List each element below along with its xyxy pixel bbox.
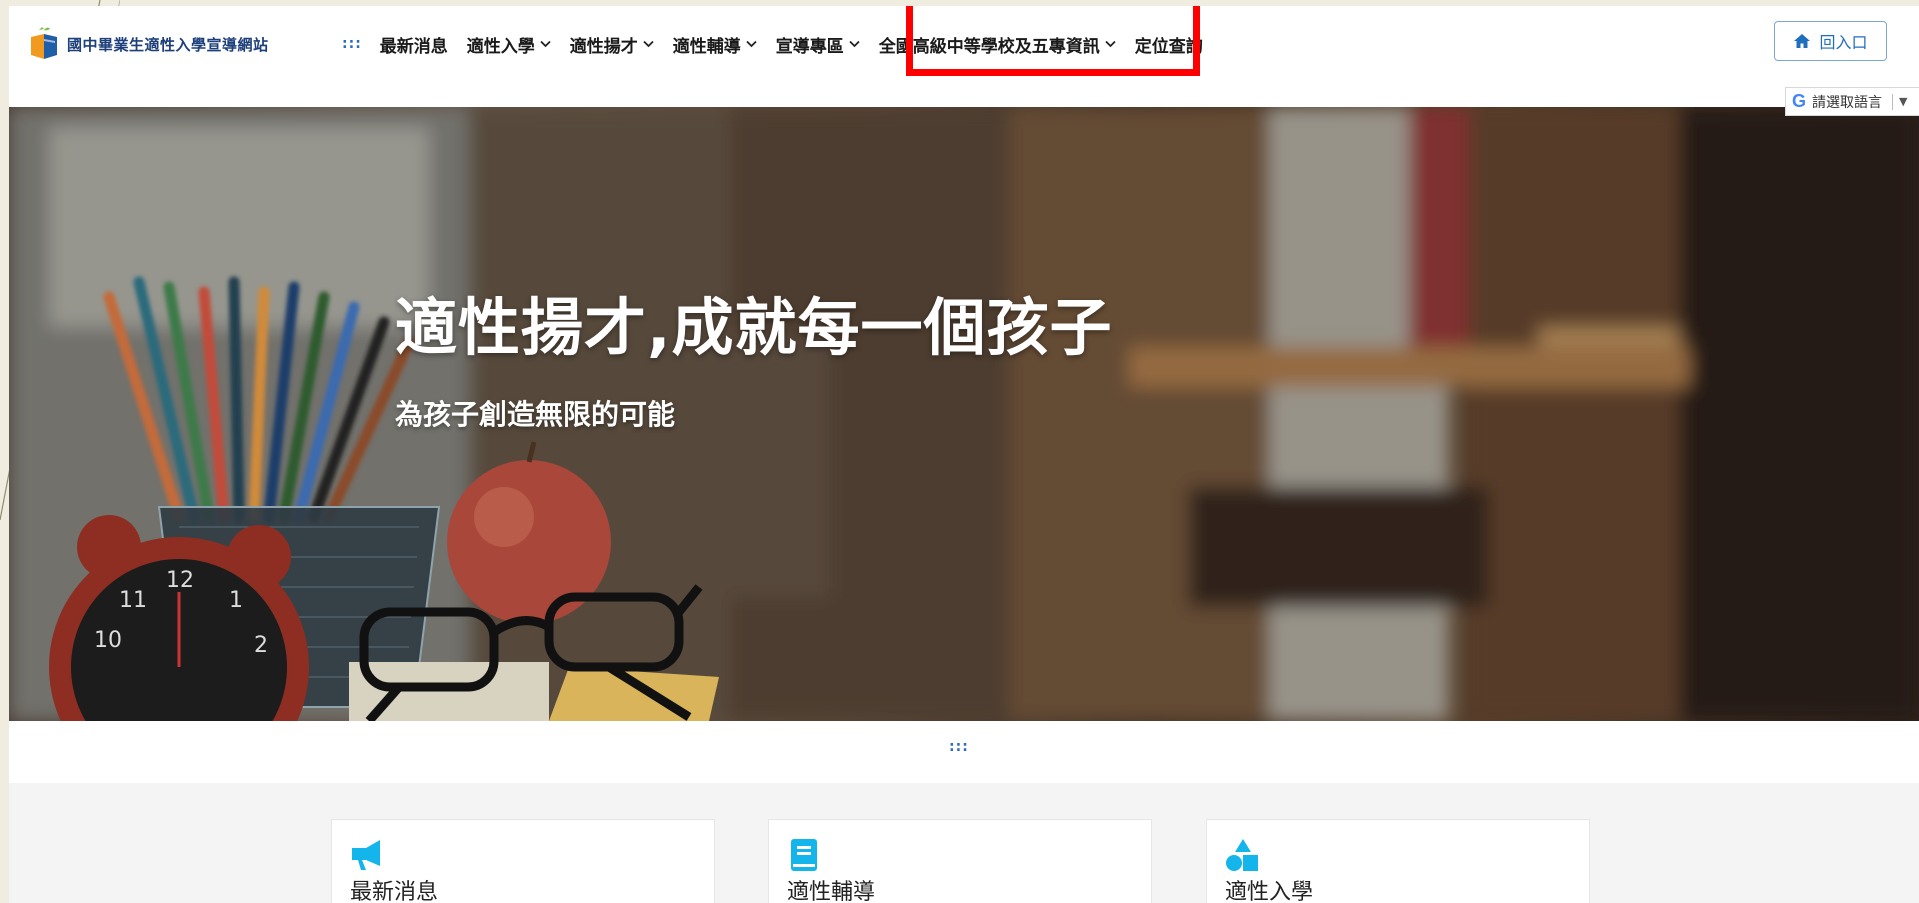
home-button[interactable]: 回入口: [1774, 21, 1887, 61]
site-title: 國中畢業生適性入學宣導網站: [67, 35, 269, 54]
browser-page: 國中畢業生適性入學宣導網站 ::: 最新消息 適性入學 適性揚才 適性輔導 宣導…: [9, 6, 1919, 903]
nav-item-guidance[interactable]: 適性輔導: [673, 32, 757, 57]
card-title: 適性入學: [1225, 880, 1314, 903]
highlight-annotation: [906, 6, 1200, 76]
nav-item-news[interactable]: 最新消息: [380, 32, 448, 57]
svg-text:2: 2: [254, 633, 268, 658]
nav-label: 適性揚才: [569, 36, 638, 57]
chevron-down-icon: [540, 40, 551, 48]
svg-text:1: 1: [229, 588, 243, 613]
language-selector[interactable]: G 請選取語言 ▼: [1785, 87, 1919, 116]
svg-text:10: 10: [94, 628, 122, 653]
nav-label: 適性輔導: [672, 36, 741, 57]
card-guidance[interactable]: 適性輔導: [768, 819, 1152, 903]
nav-item-talent[interactable]: 適性揚才: [570, 32, 654, 57]
nav-label: 最新消息: [379, 36, 448, 57]
megaphone-icon: [352, 840, 380, 870]
site-logo[interactable]: 國中畢業生適性入學宣導網站: [29, 27, 269, 61]
svg-text:12: 12: [166, 568, 194, 593]
card-news[interactable]: 最新消息: [331, 819, 715, 903]
quick-links-section: 最新消息 適性輔導 適性入學: [9, 783, 1919, 903]
book-icon: [791, 839, 817, 871]
hero-banner: 12 11 10 1 2 適性揚才,成就每一個孩子 為孩子創造無限的可能: [9, 107, 1919, 721]
nav-item-promotion[interactable]: 宣導專區: [776, 32, 860, 57]
card-admission[interactable]: 適性入學: [1206, 819, 1590, 903]
nav-label: 宣導專區: [775, 36, 844, 57]
hero-subtitle: 為孩子創造無限的可能: [395, 398, 676, 431]
nav-item-admission[interactable]: 適性入學: [467, 32, 551, 57]
card-title: 適性輔導: [787, 880, 876, 903]
nav-label: 適性入學: [466, 36, 535, 57]
hero-title: 適性揚才,成就每一個孩子: [395, 291, 1113, 364]
home-button-label: 回入口: [1819, 33, 1868, 52]
chevron-down-icon: [643, 40, 654, 48]
logo-icon: [31, 27, 57, 59]
language-label: 請選取語言: [1812, 94, 1883, 111]
hero-background-image: 12 11 10 1 2: [9, 107, 1919, 721]
accesskey-dots-main[interactable]: :::: [949, 739, 969, 755]
card-title: 最新消息: [350, 880, 439, 903]
chevron-down-icon: [849, 40, 860, 48]
svg-text:11: 11: [119, 588, 147, 613]
separator: [1892, 93, 1894, 110]
chevron-down-icon: [746, 40, 757, 48]
site-header: 國中畢業生適性入學宣導網站 ::: 最新消息 適性入學 適性揚才 適性輔導 宣導…: [9, 6, 1919, 107]
home-icon: [1794, 34, 1811, 48]
accesskey-dots[interactable]: :::: [342, 36, 362, 52]
google-g-icon: G: [1792, 91, 1807, 111]
dropdown-arrow-icon: ▼: [1899, 95, 1908, 108]
shapes-icon: [1226, 839, 1258, 871]
